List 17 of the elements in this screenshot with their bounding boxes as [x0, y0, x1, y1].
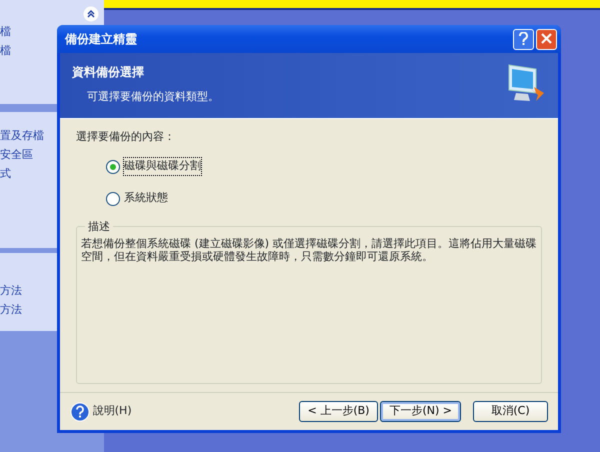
window-title: 備份建立精靈 — [65, 31, 138, 48]
wizard-button[interactable]: 下一步(N) > — [380, 401, 461, 422]
radio-label[interactable]: 系統狀態 — [124, 190, 168, 207]
wizard-button[interactable]: < 上一步(B) — [298, 401, 378, 422]
step-title: 資料備份選擇 — [72, 64, 145, 81]
help-link[interactable]: 說明(H) — [92, 403, 297, 420]
radio-label[interactable]: 磁碟與磁碟分割 — [124, 158, 201, 175]
prompt-label: 選擇要備份的內容： — [76, 129, 176, 145]
close-icon[interactable] — [536, 28, 557, 50]
help-icon[interactable] — [513, 28, 534, 50]
help-icon[interactable] — [70, 402, 90, 422]
radio-button[interactable] — [106, 192, 120, 206]
radio-button[interactable] — [106, 160, 120, 174]
wizard-button[interactable]: 取消(C) — [473, 401, 548, 422]
collapse-icon[interactable] — [82, 6, 98, 22]
step-subtitle: 可選擇要備份的資料類型。 — [87, 89, 220, 105]
description-text: 若想備份整個系統磁碟 (建立磁碟影像) 或僅選擇磁碟分割，請選擇此項目。這將佔用大量磁碟空間，但在資料嚴重受損或硬體發生故障時，只需數分鐘即可還原系統。 — [81, 236, 537, 262]
